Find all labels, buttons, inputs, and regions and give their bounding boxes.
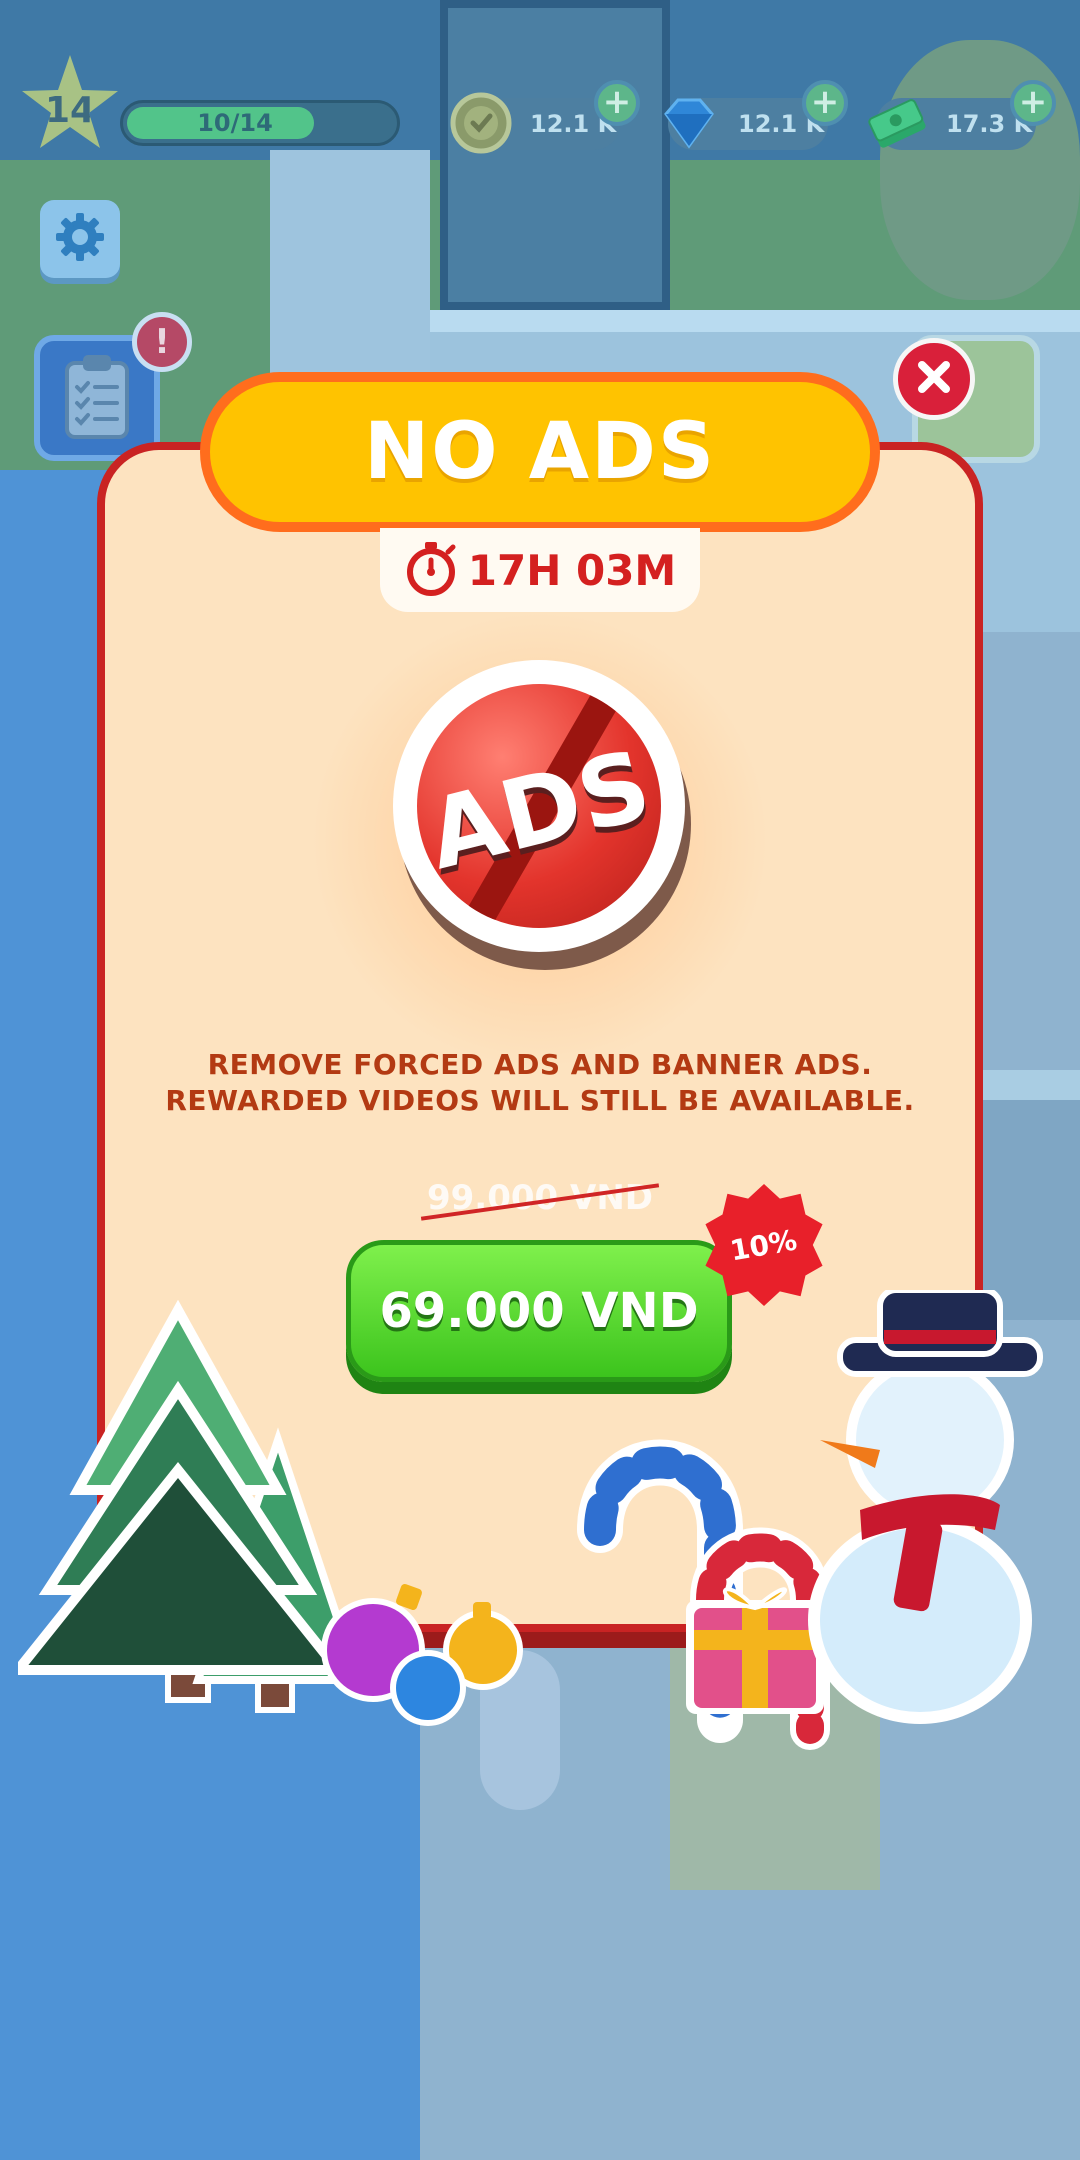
ornaments-decoration — [318, 1570, 528, 1734]
cash-icon — [866, 92, 928, 154]
settings-icon — [52, 209, 108, 269]
no-ads-badge-text: ADS — [417, 728, 661, 892]
snowman-decoration — [800, 1287, 1080, 1734]
gem-icon — [658, 92, 720, 154]
no-ads-badge-inner: ADS — [417, 684, 661, 928]
tasks-alert-badge: ! — [132, 312, 192, 372]
xp-progress-bar: 10/14 — [120, 100, 400, 146]
settings-button[interactable] — [40, 200, 120, 278]
close-icon — [914, 357, 954, 401]
buy-button-price: 69.000 VND — [379, 1283, 699, 1339]
offer-description-line1: REMOVE FORCED ADS AND BANNER ADS. — [207, 1048, 873, 1081]
close-button[interactable] — [893, 338, 975, 420]
christmas-tree-decoration — [7, 1299, 364, 1724]
clipboard-icon — [57, 351, 137, 445]
scene-tree — [880, 40, 1080, 300]
cash-counter: 17.3 K + — [868, 80, 1056, 150]
original-price: 99.000 VND — [426, 1178, 654, 1218]
discount-badge-text: 10% — [728, 1222, 800, 1268]
xp-progress-text: 10/14 — [197, 109, 273, 137]
dialog-title-banner: NO ADS — [200, 372, 880, 532]
add-gems-button[interactable]: + — [802, 80, 848, 126]
stopwatch-icon — [404, 538, 458, 602]
gem-counter: 12.1 K + — [664, 80, 848, 150]
dialog-title: NO ADS — [363, 407, 717, 497]
add-cash-button[interactable]: + — [1010, 80, 1056, 126]
buy-button[interactable]: 69.000 VND — [346, 1240, 732, 1382]
offer-timer: 17H 03M — [380, 528, 700, 612]
offer-description-line2: REWARDED VIDEOS WILL STILL BE AVAILABLE. — [165, 1084, 915, 1117]
level-number: 14 — [44, 89, 96, 131]
add-coins-button[interactable]: + — [594, 80, 640, 126]
offer-timer-text: 17H 03M — [467, 545, 677, 595]
scene-tower — [440, 0, 670, 310]
coin-counter: 12.1 K + — [450, 80, 640, 154]
no-ads-badge: ADS — [393, 660, 685, 952]
coin-icon — [450, 92, 512, 154]
